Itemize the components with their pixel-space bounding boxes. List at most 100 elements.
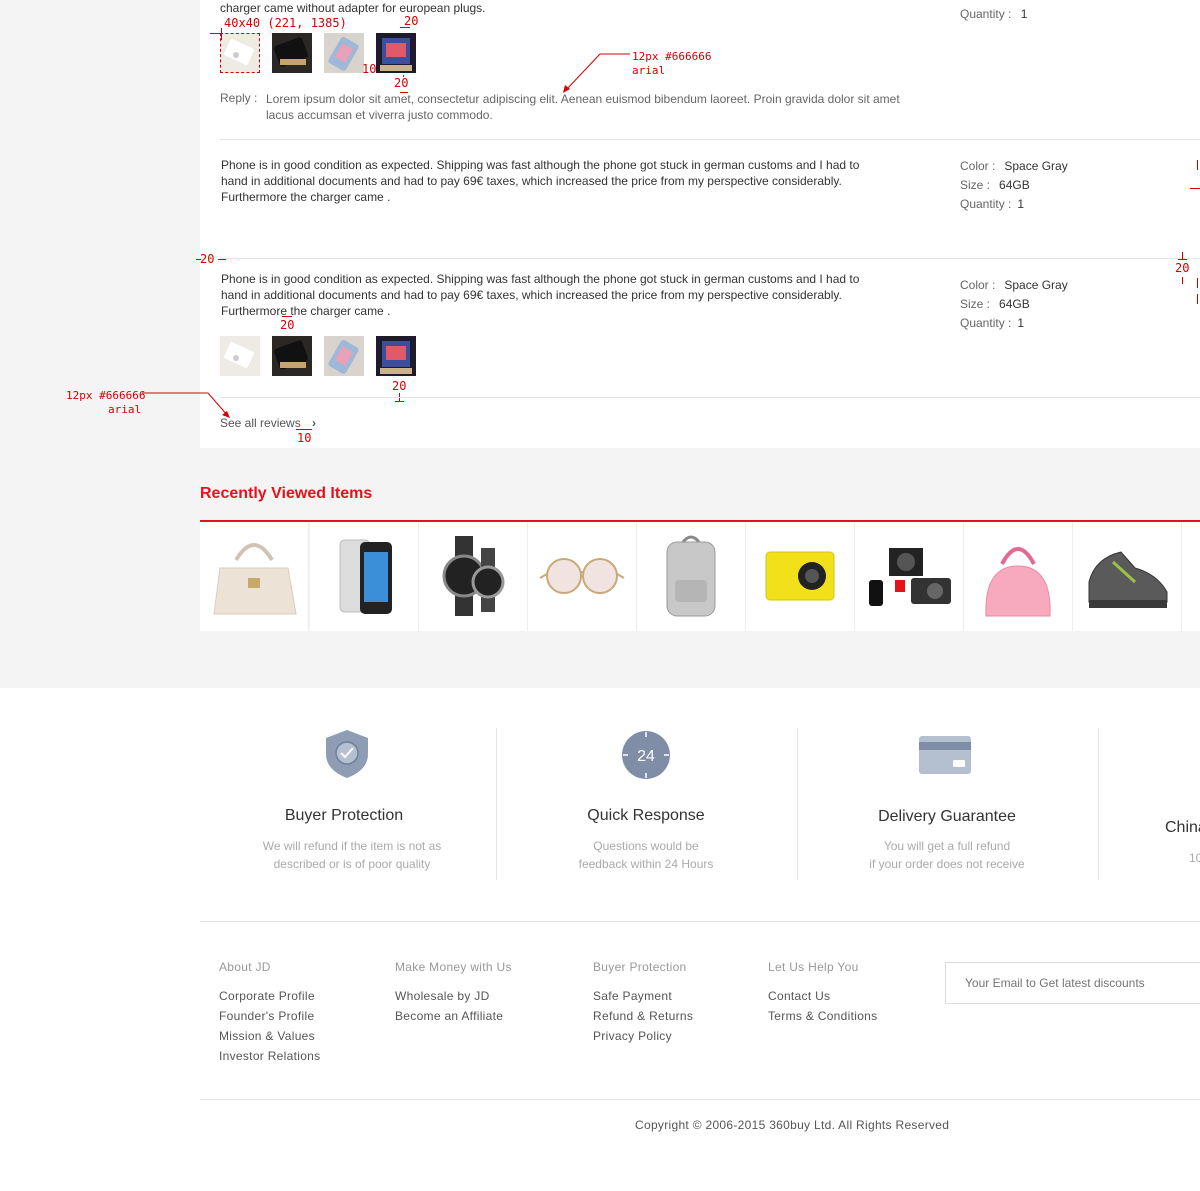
handbag-icon — [985, 547, 1051, 617]
footer-link[interactable]: Founder's Profile — [219, 1009, 314, 1023]
annotation-line — [218, 259, 226, 260]
review-1-text: charger came without adapter for europea… — [220, 1, 486, 15]
annotation-side-20: 20 — [200, 252, 215, 266]
footer-link[interactable]: Contact Us — [768, 989, 830, 1003]
annotation-arrow — [563, 53, 630, 93]
quantity-value: 1 — [1017, 316, 1025, 330]
service-desc-line2: feedback within 24 Hours — [578, 857, 714, 871]
recently-viewed-item[interactable] — [964, 522, 1073, 631]
annotation-20: 20 — [280, 318, 295, 332]
service-desc-line1: You will get a full refund — [883, 839, 1011, 853]
color-value: Space Gray — [1004, 159, 1068, 173]
footer-link[interactable]: Corporate Profile — [219, 989, 315, 1003]
annotation-thumb-spec: 40x40 (221, 1385) — [224, 16, 347, 30]
service-quick-response: 24 Quick Response Questions would be fee… — [496, 728, 796, 871]
footer-link[interactable]: Investor Relations — [219, 1049, 320, 1063]
annotation-20: 20 — [394, 76, 409, 90]
size-value: 64GB — [999, 178, 1030, 192]
annotation-font-spec: 12px #666666 — [66, 389, 146, 402]
annotation-10: 10 — [362, 62, 377, 76]
service-desc-line1: 10 — [1189, 851, 1200, 865]
annotation-line — [1182, 277, 1183, 284]
recently-viewed-item[interactable] — [855, 522, 964, 631]
annotation-line — [1197, 294, 1198, 304]
newsletter-email-input[interactable] — [945, 962, 1200, 1004]
see-all-reviews-label: See all reviews — [220, 416, 301, 430]
quantity-label: Quantity : — [960, 7, 1012, 21]
recently-viewed-title: Recently Viewed Items — [200, 485, 373, 502]
chevron-right-icon: › — [312, 416, 317, 430]
annotation-line — [403, 75, 404, 77]
review-3-text: Phone is in good condition as expected. … — [221, 272, 860, 318]
service-title: Delivery Guarantee — [878, 808, 1016, 825]
recently-viewed-item[interactable] — [528, 522, 637, 631]
credit-card-icon — [919, 736, 971, 774]
annotation-line — [196, 259, 201, 260]
size-label: Size : — [960, 297, 991, 311]
service-delivery-guarantee: Delivery Guarantee You will get a full r… — [797, 728, 1097, 871]
footer-col-money-heading: Make Money with Us — [395, 960, 512, 974]
recently-viewed-item[interactable] — [200, 522, 309, 631]
review-1-quantity: Quantity : 1 — [960, 7, 1027, 21]
quantity-label: Quantity : — [960, 316, 1012, 330]
clock-24-icon: 24 — [622, 731, 670, 779]
recently-viewed-item[interactable] — [746, 522, 855, 631]
footer-divider — [200, 1099, 1200, 1100]
recently-viewed-item[interactable] — [1073, 522, 1182, 631]
footer-link[interactable]: Refund & Returns — [593, 1009, 693, 1023]
recently-viewed-item[interactable] — [310, 522, 419, 631]
footer-link[interactable]: Terms & Conditions — [768, 1009, 877, 1023]
footer-link[interactable]: Wholesale by JD — [395, 989, 490, 1003]
sunglasses-icon — [539, 558, 625, 594]
annotation-line — [221, 28, 222, 40]
footer-link[interactable]: Become an Affiliate — [395, 1009, 503, 1023]
annotation-line — [395, 401, 404, 402]
footer-link[interactable]: Privacy Policy — [593, 1029, 672, 1043]
service-desc-line1: Questions would be — [593, 839, 699, 853]
shield-icon — [326, 730, 368, 778]
annotation-10: 10 — [297, 431, 312, 445]
quantity-value: 1 — [1020, 7, 1028, 21]
annotation-font-spec: 12px #666666 — [632, 50, 712, 63]
handbag-icon — [213, 543, 297, 615]
recently-viewed-item[interactable] — [637, 522, 746, 631]
footer-link[interactable]: Mission & Values — [219, 1029, 315, 1043]
footer-link[interactable]: Safe Payment — [593, 989, 672, 1003]
service-desc-line1: We will refund if the item is not as — [262, 839, 442, 853]
smartphone-icon — [339, 539, 392, 614]
recently-viewed-item[interactable] — [419, 522, 528, 631]
reply-text: Lorem ipsum dolor sit amet, consectetur … — [266, 92, 900, 122]
annotation-20: 20 — [392, 379, 407, 393]
review-photo-thumb[interactable] — [220, 336, 260, 376]
footer: Buyer Protection We will refund if the i… — [0, 688, 1200, 1191]
review-photo-thumb[interactable] — [272, 33, 312, 73]
footer-divider — [200, 921, 1200, 922]
footer-col-help-heading: Let Us Help You — [768, 960, 859, 974]
annotation-line — [296, 429, 312, 430]
review-photo-thumb[interactable] — [272, 336, 312, 376]
service-title: China — [1165, 819, 1200, 836]
review-photo-thumb[interactable] — [324, 336, 364, 376]
see-all-reviews-link[interactable]: See all reviews › — [220, 416, 316, 430]
annotation-20: 20 — [404, 14, 419, 28]
service-buyer-protection: Buyer Protection We will refund if the i… — [194, 728, 494, 871]
action-camera-icon — [765, 551, 835, 601]
annotation-line — [1190, 188, 1200, 189]
clock-24-badge: 24 — [637, 748, 655, 765]
review-photo-thumb[interactable] — [376, 336, 416, 376]
annotation-line — [1197, 160, 1198, 170]
annotation-arrow — [142, 392, 230, 418]
color-label: Color : — [960, 278, 996, 292]
review-photo-thumb[interactable] — [324, 33, 364, 73]
watch-icon — [442, 536, 505, 616]
annotation-font-family: arial — [108, 403, 142, 416]
review-divider — [220, 397, 1200, 398]
annotation-line — [1197, 278, 1198, 288]
recently-viewed-item[interactable] — [1182, 522, 1200, 631]
review-photo-thumb[interactable] — [376, 33, 416, 73]
annotation-font-family: arial — [632, 64, 666, 77]
annotation-box — [220, 33, 260, 73]
color-label: Color : — [960, 159, 996, 173]
shoe-icon — [1088, 551, 1168, 608]
quantity-label: Quantity : — [960, 197, 1012, 211]
